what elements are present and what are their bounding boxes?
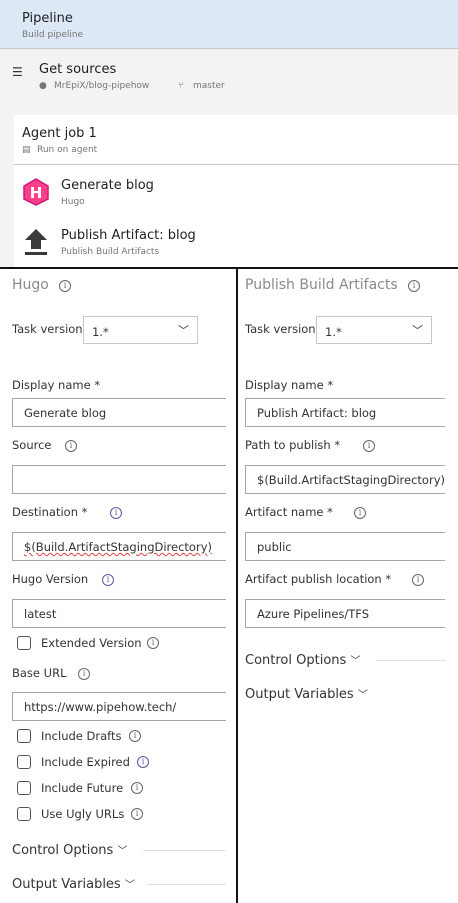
info-icon[interactable]: i [129, 730, 141, 742]
artifact-name-label: Artifact name * [245, 505, 333, 519]
info-icon[interactable]: i [363, 440, 375, 452]
branch-name: master [193, 81, 225, 91]
source-label: Source [12, 438, 52, 452]
task-version-label: Task version [245, 322, 316, 336]
pipeline-title: Pipeline [22, 11, 73, 26]
include-future-label: Include Future [41, 781, 124, 795]
task-version-value: 1.* [325, 325, 342, 339]
github-icon: ● [39, 81, 47, 91]
path-to-publish-input[interactable]: $(Build.ArtifactStagingDirectory) [245, 465, 445, 494]
hugo-version-label: Hugo Version [12, 572, 89, 586]
display-name-input[interactable]: Generate blog [12, 398, 226, 427]
include-future-checkbox[interactable] [17, 781, 31, 795]
task-title: Generate blog [61, 178, 154, 193]
pipeline-header[interactable]: Pipeline Build pipeline [0, 0, 458, 49]
task-version-select[interactable]: 1.* ﹀ [83, 316, 198, 344]
info-icon[interactable]: i [78, 668, 90, 680]
hugo-icon: H [23, 178, 49, 206]
destination-label: Destination * [12, 505, 88, 519]
include-expired-label: Include Expired [41, 755, 130, 769]
publish-panel-title: Publish Build Artifacts [245, 277, 398, 293]
artifact-location-select[interactable]: Azure Pipelines/TFS [245, 599, 445, 628]
output-variables-label: Output Variables [245, 687, 354, 702]
get-sources-item[interactable]: Get sources ● MrEpiX/blog-pipehow ⑂ mast… [0, 55, 458, 105]
info-icon[interactable]: i [412, 574, 424, 586]
use-ugly-urls-label: Use Ugly URLs [41, 807, 125, 821]
chevron-down-icon: ﹀ [412, 324, 423, 337]
info-icon[interactable]: i [354, 507, 366, 519]
chevron-down-icon: ﹀ [357, 690, 368, 701]
svg-text:H: H [30, 184, 43, 202]
task-version-select[interactable]: 1.* ﹀ [316, 316, 432, 344]
artifact-location-label: Artifact publish location * [245, 572, 392, 586]
path-to-publish-label: Path to publish * [245, 438, 341, 452]
control-options-label: Control Options [12, 843, 114, 858]
agent-icon: ▤ [22, 145, 31, 155]
control-options-toggle[interactable]: Control Options ﹀ [12, 842, 127, 858]
destination-input[interactable]: $(Build.ArtifactStagingDirectory) [12, 532, 226, 561]
base-url-label: Base URL [12, 666, 67, 680]
base-url-value: https://www.pipehow.tech/ [24, 700, 177, 714]
task-publish-artifact[interactable]: Publish Artifact: blog Publish Build Art… [14, 216, 458, 266]
divider [0, 267, 458, 269]
info-icon[interactable]: i [65, 440, 77, 452]
upload-icon [25, 229, 47, 255]
info-icon[interactable]: i [110, 507, 122, 519]
info-icon[interactable]: i [131, 808, 143, 820]
extended-version-label: Extended Version [41, 636, 142, 650]
agent-job: Agent job 1 ▤ Run on agent H Generate bl… [14, 115, 458, 268]
extended-version-checkbox[interactable] [17, 636, 31, 650]
destination-value: $(Build.ArtifactStagingDirectory) [24, 540, 212, 554]
artifact-name-input[interactable]: public [245, 532, 445, 561]
display-name-input[interactable]: Publish Artifact: blog [245, 398, 445, 427]
display-name-label: Display name * [12, 378, 101, 392]
display-name-label: Display name * [245, 378, 334, 392]
task-subtitle: Publish Build Artifacts [61, 247, 160, 257]
use-ugly-urls-checkbox[interactable] [17, 807, 31, 821]
divider [143, 850, 226, 851]
task-version-value: 1.* [92, 325, 109, 339]
hugo-panel-title: Hugo [12, 277, 49, 293]
base-url-input[interactable]: https://www.pipehow.tech/ [12, 692, 226, 721]
agent-job-title: Agent job 1 [22, 126, 97, 141]
panel-splitter[interactable] [236, 269, 238, 903]
info-icon[interactable]: i [137, 756, 149, 768]
repo-name: MrEpiX/blog-pipehow [54, 81, 150, 91]
include-expired-checkbox[interactable] [17, 755, 31, 769]
chevron-down-icon: ﹀ [350, 656, 361, 667]
branch-icon: ⑂ [178, 81, 184, 91]
hugo-version-input[interactable]: latest [12, 599, 226, 628]
control-options-toggle[interactable]: Control Options ﹀ [245, 652, 360, 668]
control-options-label: Control Options [245, 653, 347, 668]
info-icon[interactable]: i [131, 782, 143, 794]
output-variables-toggle[interactable]: Output Variables ﹀ [12, 876, 135, 892]
info-icon[interactable]: i [59, 280, 71, 292]
include-drafts-checkbox[interactable] [17, 729, 31, 743]
chevron-down-icon: ﹀ [178, 324, 189, 337]
chevron-down-icon: ﹀ [117, 846, 128, 857]
divider [147, 884, 226, 885]
task-subtitle: Hugo [61, 197, 85, 207]
get-sources-title: Get sources [39, 62, 117, 77]
include-drafts-label: Include Drafts [41, 729, 122, 743]
agent-job-header[interactable]: Agent job 1 ▤ Run on agent [14, 115, 458, 165]
output-variables-label: Output Variables [12, 877, 121, 892]
task-title: Publish Artifact: blog [61, 228, 196, 243]
info-icon[interactable]: i [408, 280, 420, 292]
task-generate-blog[interactable]: H Generate blog Hugo [14, 166, 458, 216]
agent-job-subtitle: Run on agent [37, 145, 98, 155]
output-variables-toggle[interactable]: Output Variables ﹀ [245, 686, 368, 702]
source-input[interactable] [12, 465, 226, 494]
task-version-label: Task version [12, 322, 83, 336]
divider [376, 660, 446, 661]
info-icon[interactable]: i [102, 574, 114, 586]
info-icon[interactable]: i [147, 637, 159, 649]
pipeline-subtitle: Build pipeline [22, 30, 84, 40]
chevron-down-icon: ﹀ [124, 880, 135, 891]
